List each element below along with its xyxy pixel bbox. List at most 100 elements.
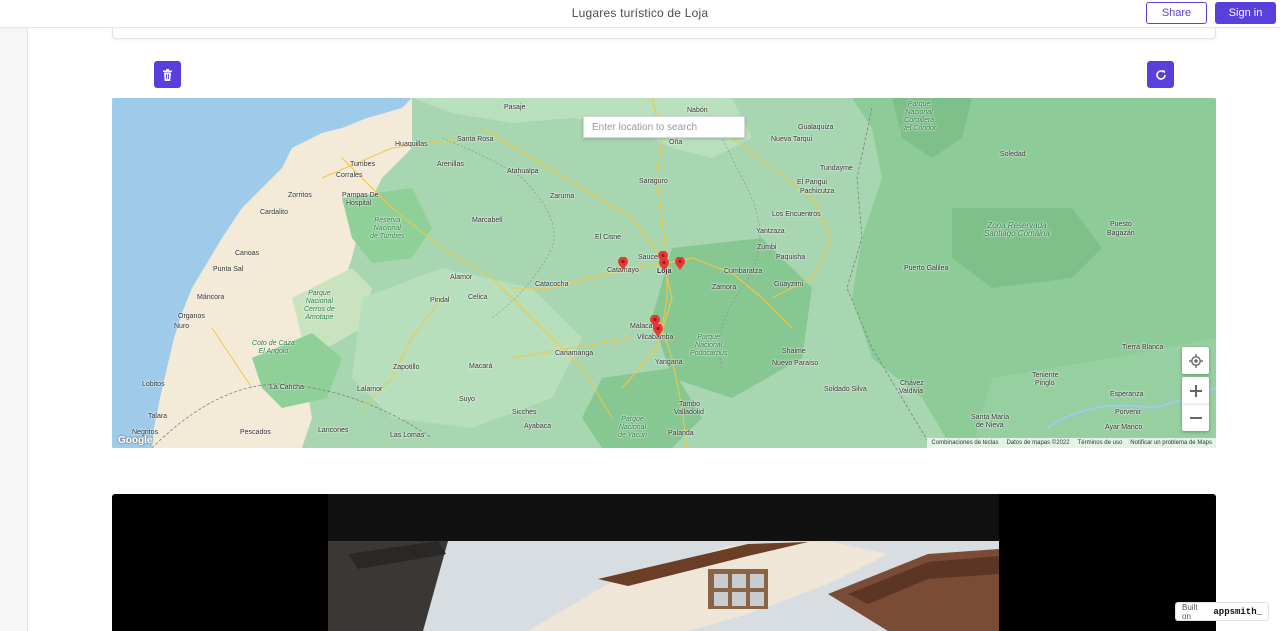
map-label: Zumbi xyxy=(757,244,777,251)
map-label: Pescados xyxy=(240,429,271,436)
map-label: Celica xyxy=(468,294,488,301)
map-label: Zorritos xyxy=(288,192,312,199)
map-label: Tambo xyxy=(679,401,701,408)
map-label: Bagazán xyxy=(1107,230,1135,237)
map-marker[interactable] xyxy=(653,324,663,337)
map-label: Tierra Blanca xyxy=(1122,344,1164,351)
map-label: Yangana xyxy=(655,359,683,366)
map-label: Zaruma xyxy=(550,193,575,200)
built-on-text: Built on xyxy=(1182,602,1198,621)
map-label: Sauce xyxy=(638,254,658,261)
map-label: Pachicutza xyxy=(800,188,835,195)
map-label: Zamora xyxy=(712,284,737,291)
sign-in-button[interactable]: Sign in xyxy=(1215,2,1276,24)
map-label: La Cancha xyxy=(270,384,304,391)
map-label: Oña xyxy=(669,139,683,146)
map-attribution: Combinaciones de teclas Datos de mapas ©… xyxy=(927,438,1216,448)
map-label: Puerto Galilea xyxy=(904,265,949,272)
top-bar: Lugares turístico de Loja Share Sign in xyxy=(0,0,1280,28)
map-label: Máncora xyxy=(197,294,225,301)
map-label: Cariamanga xyxy=(555,350,594,357)
map-marker[interactable] xyxy=(675,257,685,270)
map-label: Lobitos xyxy=(142,381,165,388)
map-label: Tundayme xyxy=(820,165,853,172)
map-data-text: Datos de mapas ©2022 xyxy=(1006,440,1070,446)
map-label: Nabón xyxy=(687,107,708,114)
photo-content xyxy=(328,494,999,631)
map-label: Alamor xyxy=(450,274,473,281)
map-label: Zapotillo xyxy=(393,364,420,371)
left-rail xyxy=(0,28,28,631)
map-label: Santa María xyxy=(971,414,1010,421)
park-label: Parque Nacional Cordillera del Cóndor xyxy=(902,101,937,132)
map-label: Paquisha xyxy=(776,254,806,261)
map-label: Macará xyxy=(469,363,493,370)
park-label: Reserva Nacional de Tumbes xyxy=(370,217,405,240)
map-search-input[interactable]: Enter location to search xyxy=(583,116,745,138)
map-label: Marcabelí xyxy=(472,217,503,224)
map-label: Esperanza xyxy=(1110,391,1144,398)
map-label: Organos xyxy=(178,313,205,320)
plus-icon xyxy=(1189,384,1202,397)
park-label: Coto de Caza El Angolo xyxy=(252,340,295,355)
map-label: Ayar Manco xyxy=(1105,424,1143,431)
map-widget[interactable]: Enter location to search Pasaje Nabón Gu… xyxy=(112,98,1216,448)
map-label: Catacocha xyxy=(535,281,569,288)
map-label: Saraguro xyxy=(639,178,668,185)
map-label: Guayzimi xyxy=(774,281,804,288)
park-label: Zona Reservada Santiago Comaina xyxy=(984,221,1050,238)
map-label: Punta Sal xyxy=(213,266,244,273)
map-label: Pinglo xyxy=(1035,380,1055,387)
keyboard-shortcuts-link[interactable]: Combinaciones de teclas xyxy=(931,440,998,446)
refresh-icon xyxy=(1155,69,1166,80)
app-title: Lugares turístico de Loja xyxy=(571,6,709,20)
map-label: Canoas xyxy=(235,250,260,257)
map-marker[interactable] xyxy=(618,257,628,270)
map-label: Valladolid xyxy=(674,409,704,416)
map-label: Chávez xyxy=(900,380,924,387)
map-label: Suyo xyxy=(459,396,475,403)
map-label: El Cisne xyxy=(595,234,622,241)
zoom-in-button[interactable] xyxy=(1182,377,1209,404)
map-label: Hospital xyxy=(346,200,372,207)
my-location-button[interactable] xyxy=(1182,347,1209,374)
map-label: Huaquillas xyxy=(395,141,428,148)
terms-link[interactable]: Términos de uso xyxy=(1078,440,1123,446)
map-label: Cumbaratza xyxy=(724,268,763,275)
refresh-button[interactable] xyxy=(1147,61,1174,88)
minus-icon xyxy=(1189,417,1202,419)
map-label: Soledad xyxy=(1000,151,1026,158)
map-marker[interactable] xyxy=(659,258,669,271)
report-problem-link[interactable]: Notificar un problema de Maps xyxy=(1130,440,1212,446)
map-label: Lalamor xyxy=(357,386,383,393)
map-label: Las Lomas xyxy=(390,432,425,439)
park-label: Parque Nacional Cerros de Amotape xyxy=(304,290,335,321)
map-label: Nuevo Paraíso xyxy=(772,360,819,367)
map-label: Tumbes xyxy=(350,161,376,168)
map-label: Arenillas xyxy=(437,161,464,168)
share-button[interactable]: Share xyxy=(1146,2,1207,24)
container-card xyxy=(112,28,1216,39)
map-label: Pindal xyxy=(430,297,450,304)
map-label: Santa Rosa xyxy=(457,136,494,143)
map-label: Teniente xyxy=(1032,372,1059,379)
park-label: Parque Nacional de Yacuri xyxy=(618,416,647,439)
map-label: Corrales xyxy=(336,172,363,179)
map-label: Lancones xyxy=(318,427,349,434)
map-label: Ayabaca xyxy=(524,423,552,430)
crosshair-icon xyxy=(1188,353,1203,368)
map-label: Nueva Tarqui xyxy=(771,136,813,143)
appsmith-logo: appsmith_ xyxy=(1213,606,1262,617)
map-label: de Nieva xyxy=(976,422,1004,429)
map-label: Yantzaza xyxy=(756,228,785,235)
built-on-badge[interactable]: Built on appsmith_ xyxy=(1175,602,1269,621)
map-label: Cardalito xyxy=(260,209,289,216)
delete-button[interactable] xyxy=(154,61,181,88)
map-label: Porvenir xyxy=(1115,409,1142,416)
map-label: Gualaquiza xyxy=(798,124,834,131)
image-widget[interactable] xyxy=(112,494,1216,631)
map-label: Soldado Silva xyxy=(824,386,867,393)
zoom-out-button[interactable] xyxy=(1182,404,1209,431)
map-label: Talara xyxy=(148,413,168,420)
map-label: Shaime xyxy=(782,348,806,355)
